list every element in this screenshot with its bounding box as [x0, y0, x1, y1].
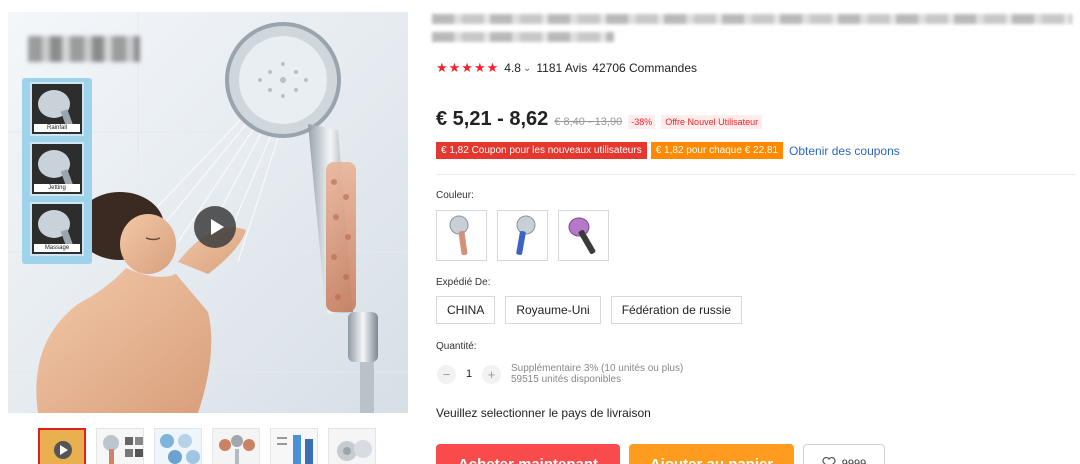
add-to-cart-button[interactable]: Ajouter au panier — [629, 444, 794, 464]
thumbnail-strip — [38, 428, 376, 464]
thumbnail-5[interactable] — [270, 428, 318, 464]
color-label: Couleur: — [436, 190, 474, 201]
color-option-purple[interactable] — [558, 210, 609, 261]
ship-option-uk[interactable]: Royaume-Uni — [505, 296, 601, 324]
quantity-stepper: − 1 + Supplémentaire 3% (10 unités ou pl… — [437, 363, 683, 385]
feature-caption: Massage — [34, 244, 80, 252]
spend-coupon[interactable]: € 1,82 pour chaque € 22,81 — [650, 142, 784, 159]
quantity-value[interactable]: 1 — [462, 368, 476, 380]
shower-head-icon — [449, 215, 468, 255]
title-line — [432, 32, 614, 42]
discount-badge: -38% — [628, 115, 656, 129]
main-product-image[interactable]: Rainfall Jetting Massage — [8, 12, 408, 413]
bulk-discount-note: Supplémentaire 3% (10 unités ou plus) — [511, 363, 684, 374]
color-option-silver-pink[interactable] — [436, 210, 487, 261]
shipping-country-note: Veuillez selectionner le pays de livrais… — [436, 406, 651, 420]
feature-tile-rainfall: Rainfall — [30, 82, 84, 136]
stock-available: 59515 unités disponibles — [511, 374, 622, 385]
thumbnail-2[interactable] — [96, 428, 144, 464]
price-row: € 5,21 - 8,62 € 8,40 - 13,90 -38% Offre … — [436, 108, 763, 131]
wishlist-count: 9999 — [841, 458, 867, 464]
original-price: € 8,40 - 13,90 — [554, 116, 623, 128]
new-user-coupon[interactable]: € 1,82 Coupon pour les nouveaux utilisat… — [436, 142, 647, 159]
thumbnail-image — [271, 429, 317, 464]
wishlist-button[interactable]: 9999 — [803, 444, 885, 464]
rating-row: ★★★★★ 4.8 ⌄ 1181 Avis 42706 Commandes — [436, 60, 697, 76]
shower-head-icon — [515, 215, 535, 255]
ship-option-china[interactable]: CHINA — [436, 296, 496, 324]
feature-caption: Rainfall — [34, 124, 80, 132]
thumbnail-4[interactable] — [212, 428, 260, 464]
feature-tile-massage: Massage — [30, 202, 84, 256]
color-option-blue[interactable] — [497, 210, 548, 261]
current-price: € 5,21 - 8,62 — [436, 108, 549, 130]
quantity-info: Supplémentaire 3% (10 unités ou plus) 59… — [511, 363, 683, 385]
ships-from-options: CHINA Royaume-Uni Fédération de russie — [436, 296, 743, 324]
thumbnail-3[interactable] — [154, 428, 202, 464]
brand-logo-blurred — [28, 36, 140, 62]
new-user-offer-badge: Offre Nouvel Utilisateur — [661, 115, 763, 129]
feature-tile-jetting: Jetting — [30, 142, 84, 196]
chevron-down-icon[interactable]: ⌄ — [523, 63, 531, 74]
feature-mode-strip: Rainfall Jetting Massage — [22, 78, 92, 264]
thumbnail-image — [40, 430, 84, 464]
ships-from-label: Expédié De: — [436, 277, 491, 288]
thumbnail-image — [329, 429, 375, 464]
quantity-decrease-button[interactable]: − — [437, 364, 456, 384]
thumbnail-image — [97, 429, 143, 464]
action-buttons: Acheter maintenant Ajouter au panier 999… — [436, 444, 885, 464]
title-line — [432, 14, 1072, 24]
product-title-blurred — [432, 14, 1072, 50]
thumbnail-1[interactable] — [38, 428, 86, 464]
quantity-increase-button[interactable]: + — [482, 364, 501, 384]
star-rating-icon: ★★★★★ — [436, 60, 500, 75]
get-coupons-link[interactable]: Obtenir des coupons — [789, 144, 900, 158]
coupon-row: € 1,82 Coupon pour les nouveaux utilisat… — [436, 142, 900, 159]
rating-score[interactable]: 4.8 — [504, 61, 521, 75]
thumbnail-6[interactable] — [328, 428, 376, 464]
quantity-label: Quantité: — [436, 341, 477, 352]
buy-now-button[interactable]: Acheter maintenant — [436, 444, 620, 464]
section-divider — [436, 174, 1076, 175]
play-video-button[interactable] — [194, 206, 236, 248]
review-count[interactable]: 1181 Avis — [536, 61, 587, 75]
feature-caption: Jetting — [34, 184, 80, 192]
thumbnail-image — [155, 429, 201, 464]
color-options — [436, 210, 609, 261]
thumbnail-image — [213, 429, 259, 464]
shower-head-icon — [568, 217, 595, 254]
heart-icon — [822, 456, 836, 464]
ship-option-russia[interactable]: Fédération de russie — [610, 296, 743, 324]
order-count: 42706 Commandes — [592, 61, 698, 75]
